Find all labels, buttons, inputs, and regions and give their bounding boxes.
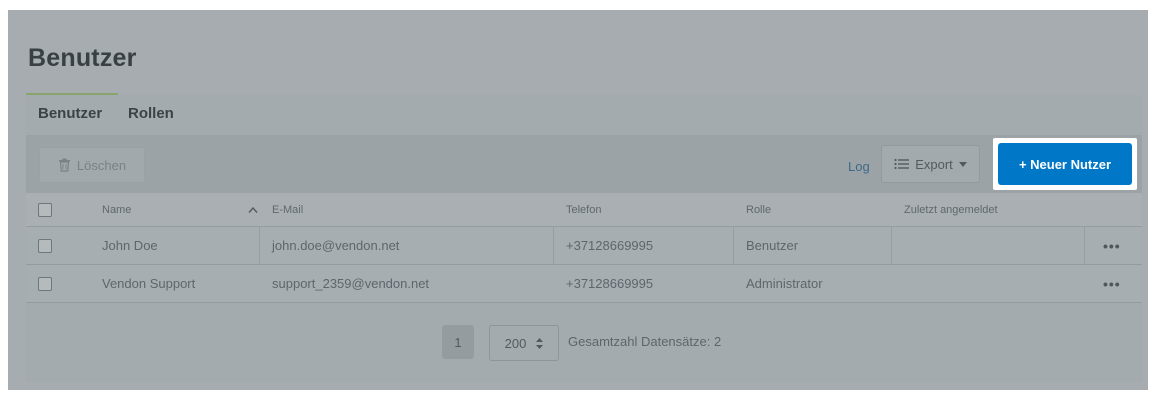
tab-users-label: Benutzer (38, 105, 103, 122)
column-divider (553, 227, 554, 264)
select-all-checkbox[interactable] (38, 202, 52, 217)
tab-users[interactable]: Benutzer (26, 93, 118, 122)
log-link[interactable]: Log (848, 159, 870, 174)
cell-email: support_2359@vendon.net (272, 276, 430, 291)
tab-bar: Benutzer Rollen (26, 93, 1142, 135)
new-user-button[interactable]: + Neuer Nutzer (998, 143, 1132, 185)
header-name[interactable]: Name (102, 193, 131, 226)
page-title: Benutzer (28, 44, 137, 72)
row-checkbox-cell (38, 265, 52, 302)
chevron-up-icon[interactable] (248, 206, 258, 213)
row-checkbox[interactable] (38, 276, 52, 291)
cell-phone: +37128669995 (566, 276, 654, 291)
cell-email: john.doe@vendon.net (272, 238, 400, 253)
table-header: Name E-Mail Telefon Rolle Zuletzt angeme… (26, 193, 1142, 227)
header-email[interactable]: E-Mail (272, 193, 303, 226)
row-checkbox-cell (38, 227, 52, 264)
cell-role: Administrator (746, 276, 823, 291)
header-phone[interactable]: Telefon (566, 193, 601, 226)
column-divider (1084, 227, 1085, 264)
list-icon (894, 158, 910, 170)
column-divider (891, 227, 892, 264)
cell-phone: +37128669995 (566, 238, 654, 253)
caret-down-icon (958, 161, 967, 167)
delete-button-label: Löschen (76, 157, 127, 173)
row-actions-menu[interactable]: ••• (1103, 227, 1121, 264)
tab-roles[interactable]: Rollen (128, 105, 174, 122)
new-user-highlight: + Neuer Nutzer (993, 138, 1137, 190)
header-last-login[interactable]: Zuletzt angemeldet (904, 193, 998, 226)
table-row[interactable]: Vendon Support support_2359@vendon.net +… (26, 265, 1142, 303)
row-actions-menu[interactable]: ••• (1103, 265, 1121, 302)
column-divider (259, 227, 260, 264)
delete-button[interactable]: Löschen (39, 147, 145, 183)
header-role[interactable]: Rolle (746, 193, 771, 226)
page-size-select[interactable]: 200 (489, 325, 559, 361)
page-size-value: 200 (504, 335, 527, 351)
tab-roles-label: Rollen (128, 105, 174, 122)
updown-icon (536, 337, 544, 349)
sort-cell (248, 193, 258, 226)
page-number-button[interactable]: 1 (442, 325, 474, 359)
trash-icon (58, 158, 71, 172)
export-button-label: Export (915, 156, 953, 172)
column-divider (733, 227, 734, 264)
active-tab-indicator (26, 93, 118, 95)
pagination-bar: 1 200 Gesamtzahl Datensätze: 2 (26, 307, 1142, 382)
total-records: Gesamtzahl Datensätze: 2 (568, 334, 722, 349)
new-user-button-label: + Neuer Nutzer (1018, 156, 1112, 172)
cell-name: Vendon Support (102, 276, 196, 291)
select-all-checkbox-cell (38, 193, 52, 226)
row-checkbox[interactable] (38, 238, 52, 253)
table-row[interactable]: John Doe john.doe@vendon.net +3712866999… (26, 227, 1142, 265)
export-button[interactable]: Export (881, 145, 980, 183)
cell-role: Benutzer (746, 238, 799, 253)
users-panel: Benutzer Rollen Löschen Log Export + Neu… (26, 93, 1142, 382)
cell-name: John Doe (102, 238, 158, 253)
